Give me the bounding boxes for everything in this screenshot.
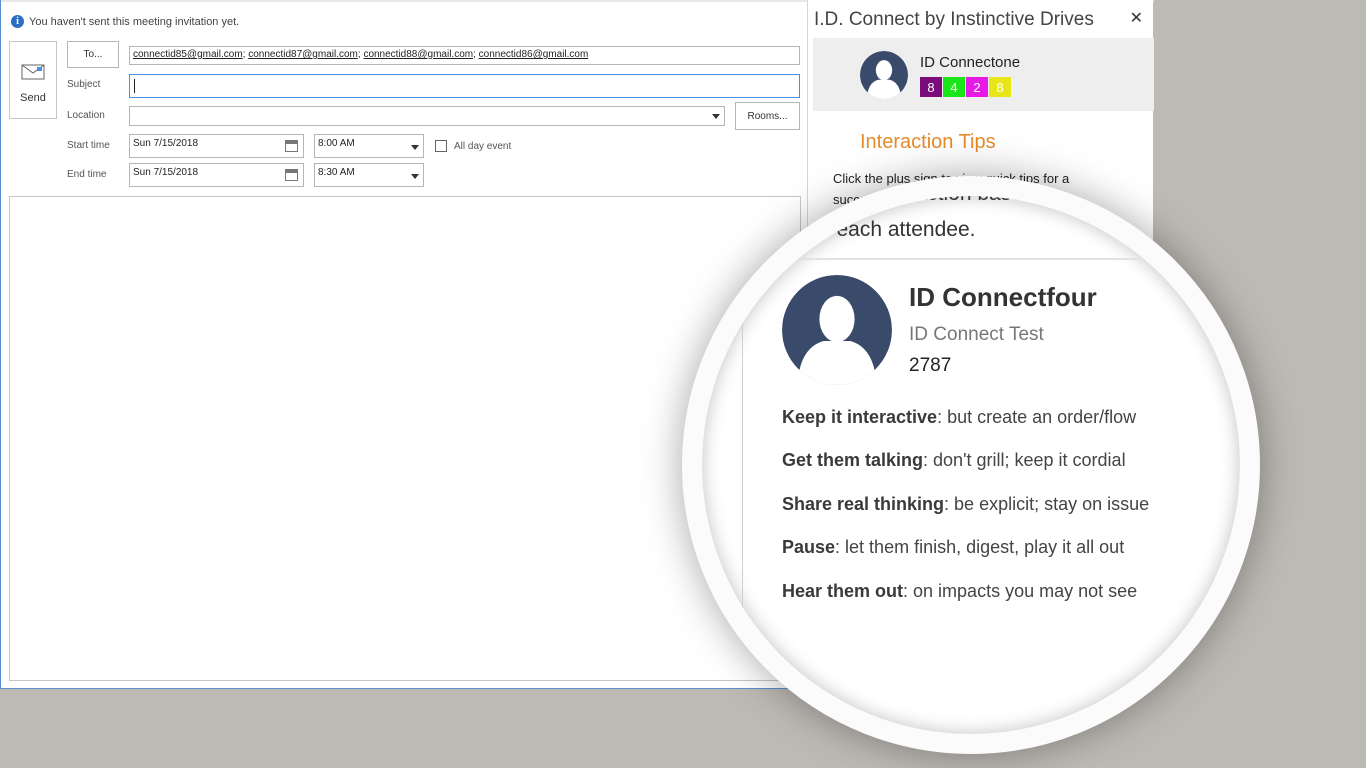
start-time-select[interactable]: 8:00 AM — [314, 134, 424, 158]
contact-name: ID Connectone — [920, 54, 1021, 71]
tip-item: Keep it interactive: but create an order… — [782, 407, 1136, 428]
to-button[interactable]: To... — [67, 41, 119, 68]
calendar-icon[interactable] — [285, 169, 298, 181]
tip-item: Hear them out: on impacts you may not se… — [782, 581, 1137, 602]
subject-label: Subject — [67, 79, 101, 90]
close-icon[interactable]: ✕ — [1130, 8, 1143, 28]
tip-item: Get them talking: don't grill; keep it c… — [782, 450, 1126, 471]
chevron-down-icon[interactable] — [712, 114, 720, 119]
calendar-icon[interactable] — [285, 140, 298, 152]
to-field[interactable]: connectid85@gmail.com; connectid87@gmail… — [129, 46, 800, 65]
chevron-down-icon[interactable] — [411, 145, 419, 150]
contact-number: 2787 — [909, 355, 952, 376]
recipient[interactable]: connectid88@gmail.com — [363, 49, 473, 60]
all-day-label: All day event — [454, 141, 512, 152]
start-date-picker[interactable]: Sun 7/15/2018 — [129, 134, 304, 158]
tip-title: Share real thinking — [782, 494, 945, 514]
tips-heading: Interaction Tips — [860, 131, 996, 153]
recipient[interactable]: connectid87@gmail.com — [248, 49, 358, 60]
tip-text: : be explicit; stay on issue — [944, 494, 1150, 514]
tip-text: : on impacts you may not see — [903, 581, 1138, 601]
recipient[interactable]: connectid86@gmail.com — [479, 49, 589, 60]
tip-item: Share real thinking: be explicit; stay o… — [782, 494, 1149, 515]
subject-input[interactable] — [129, 74, 800, 98]
contact-name: ID Connectfour — [909, 282, 1097, 312]
location-input[interactable] — [129, 106, 725, 126]
score-badge: 4 — [943, 77, 965, 97]
all-day-checkbox[interactable] — [435, 140, 447, 152]
start-time-value: 8:00 AM — [318, 138, 355, 149]
score-badge: 8 — [989, 77, 1011, 97]
recipient[interactable]: connectid85@gmail.com — [133, 49, 243, 60]
divider — [742, 295, 743, 625]
end-date-picker[interactable]: Sun 7/15/2018 — [129, 163, 304, 187]
divider — [786, 258, 1156, 260]
start-time-label: Start time — [67, 140, 110, 151]
tip-title: Keep it interactive — [782, 407, 938, 427]
score-badge: 2 — [966, 77, 988, 97]
info-icon: i — [11, 15, 24, 28]
pane-title: I.D. Connect by Instinctive Drives — [814, 9, 1094, 30]
score-badges: 8 4 2 8 — [920, 77, 1011, 97]
contact-card[interactable]: ID Connectone 8 4 2 8 — [813, 38, 1154, 111]
intro-fragment: teraction based — [891, 182, 1035, 205]
tip-title: Hear them out — [782, 581, 904, 601]
start-date-value: Sun 7/15/2018 — [133, 138, 199, 149]
envelope-icon — [21, 64, 45, 80]
text-caret — [134, 79, 135, 93]
tip-text: : don't grill; keep it cordial — [923, 450, 1126, 470]
rooms-button[interactable]: Rooms... — [735, 102, 800, 130]
end-time-select[interactable]: 8:30 AM — [314, 163, 424, 187]
end-date-value: Sun 7/15/2018 — [133, 167, 199, 178]
score-badge: 8 — [920, 77, 942, 97]
end-time-label: End time — [67, 169, 107, 180]
avatar — [860, 51, 908, 99]
info-text: You haven't sent this meeting invitation… — [29, 15, 240, 28]
avatar — [782, 275, 892, 385]
send-button[interactable]: Send — [9, 41, 57, 119]
info-bar: i You haven't sent this meeting invitati… — [11, 15, 239, 28]
tip-title: Get them talking — [782, 450, 924, 470]
tip-text: : but create an order/flow — [937, 407, 1137, 427]
end-time-value: 8:30 AM — [318, 167, 355, 178]
location-label: Location — [67, 110, 105, 121]
intro-fragment: or each attendee. — [812, 218, 976, 241]
chevron-down-icon[interactable] — [411, 174, 419, 179]
tip-item: Pause: let them finish, digest, play it … — [782, 537, 1124, 558]
tip-text: : let them finish, digest, play it all o… — [835, 537, 1125, 557]
send-label: Send — [20, 92, 46, 104]
tip-title: Pause — [782, 537, 836, 557]
contact-organization: ID Connect Test — [909, 324, 1044, 345]
magnifier: teraction based or each attendee. ID Con… — [682, 176, 1260, 754]
